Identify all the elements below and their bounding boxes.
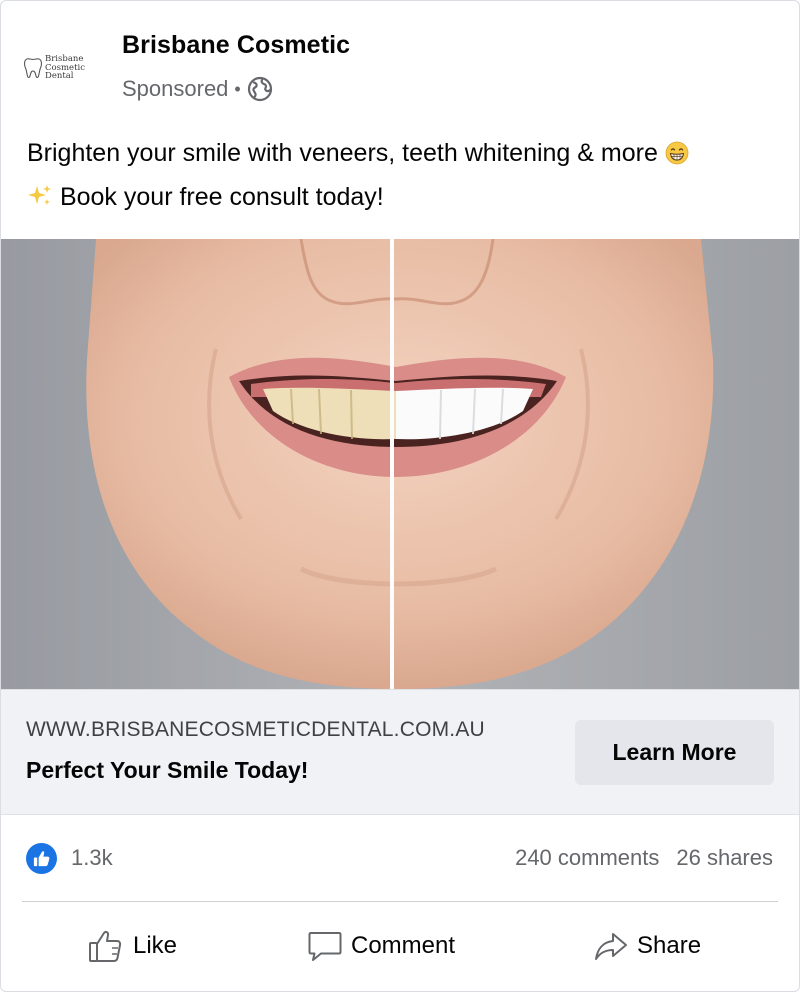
post-caption: Brighten your smile with veneers, teeth … <box>27 133 787 221</box>
thumbs-up-icon <box>89 930 122 962</box>
link-domain[interactable]: WWW.BRISBANECOSMETICDENTAL.COM.AU <box>26 718 485 742</box>
teeth-whitening-photo[interactable] <box>1 239 799 689</box>
grinning-face-emoji-icon <box>665 137 689 177</box>
caption-text-2: Book your free consult today! <box>59 183 384 211</box>
comment-bubble-icon <box>308 932 342 961</box>
logo-line: Dental <box>45 71 74 82</box>
like-label: Like <box>133 932 178 959</box>
comment-label: Comment <box>351 932 456 959</box>
link-headline[interactable]: Perfect Your Smile Today! <box>26 757 308 784</box>
comment-button[interactable]: Comment <box>307 903 455 989</box>
comment-count[interactable]: 240 comments <box>515 845 659 871</box>
logo-wordmark: Brisbane Cosmetic Dental <box>45 55 85 81</box>
engagement-counts: 1.3k 240 comments 26 shares <box>1 816 799 900</box>
link-preview-bar[interactable]: WWW.BRISBANECOSMETICDENTAL.COM.AU Perfec… <box>1 689 799 815</box>
page-avatar[interactable]: Brisbane Cosmetic Dental <box>23 43 93 93</box>
comment-share-counts: 240 comments 26 shares <box>515 845 773 871</box>
caption-line-2: Book your free consult today! <box>27 177 787 221</box>
meta-separator: • <box>234 78 241 99</box>
sponsored-label[interactable]: Sponsored <box>122 76 228 102</box>
sponsored-post-card: Brisbane Cosmetic Dental Brisbane Cosmet… <box>0 0 800 992</box>
share-label: Share <box>637 932 702 959</box>
caption-text-1: Brighten your smile with veneers, teeth … <box>27 139 658 167</box>
globe-icon[interactable] <box>247 76 273 102</box>
tooth-logo-icon <box>23 58 43 79</box>
share-button[interactable]: Share <box>593 903 701 989</box>
sparkles-emoji-icon <box>27 181 53 221</box>
like-button[interactable]: Like <box>87 903 177 989</box>
actions-divider <box>22 901 778 902</box>
page-name[interactable]: Brisbane Cosmetic <box>122 31 350 60</box>
post-meta: Sponsored • <box>122 75 273 103</box>
before-after-smile-image <box>1 239 799 689</box>
caption-line-1: Brighten your smile with veneers, teeth … <box>27 133 787 177</box>
post-actions: Like Comment Share <box>1 903 799 989</box>
share-arrow-icon <box>595 933 627 960</box>
share-count[interactable]: 26 shares <box>676 845 773 871</box>
learn-more-button[interactable]: Learn More <box>575 720 774 785</box>
like-reaction-icon[interactable] <box>26 843 57 874</box>
like-count[interactable]: 1.3k <box>71 845 113 871</box>
post-header: Brisbane Cosmetic Dental Brisbane Cosmet… <box>1 1 799 121</box>
